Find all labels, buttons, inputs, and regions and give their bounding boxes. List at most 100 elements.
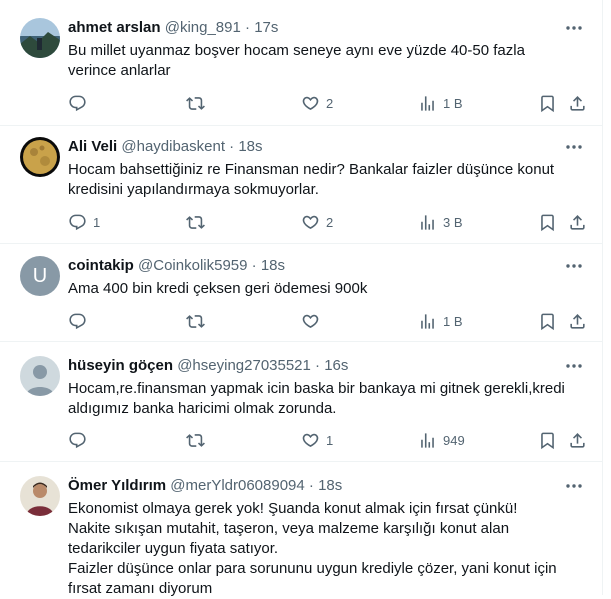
share-button[interactable] (568, 91, 587, 115)
repost-button[interactable] (186, 91, 211, 115)
bookmark-icon (541, 313, 554, 330)
tweet-text-line: Nakite sıkışan mutahit, taşeron, veya ma… (68, 520, 510, 557)
like-button[interactable]: 2 (301, 91, 333, 115)
author-handle[interactable]: @merYldr06089094 (170, 477, 304, 494)
moon-photo-avatar-icon (20, 137, 60, 177)
timestamp[interactable]: 17s (254, 19, 278, 36)
view-count: 1 B (443, 313, 463, 329)
avatar[interactable]: U (20, 256, 60, 296)
reply-icon (69, 95, 86, 111)
reply-button[interactable] (68, 309, 93, 333)
like-count: 2 (326, 95, 334, 111)
reply-tweet[interactable]: U cointakip @Coinkolik5959 · 18s Ama 400… (0, 244, 602, 342)
share-button[interactable] (568, 309, 587, 333)
tweet-text: Hocam bahsettiğiniz re Finansman nedir? … (68, 160, 573, 200)
reply-button[interactable] (68, 428, 93, 452)
more-options-icon[interactable] (564, 476, 584, 496)
tweet-text: Bu millet uyanmaz boşver hocam seneye ay… (68, 41, 573, 81)
share-icon (570, 432, 585, 448)
reply-tweet[interactable]: hüseyin göçen @hseying27035521 · 16s Hoc… (0, 342, 602, 462)
timestamp[interactable]: 18s (238, 138, 262, 155)
tweet-header: hüseyin göçen @hseying27035521 · 16s (68, 356, 348, 376)
author-name[interactable]: hüseyin göçen (68, 357, 173, 374)
separator-dot: · (308, 477, 314, 494)
tweet-text-line: Hocam,re.finansman yapmak icin baska bir… (68, 380, 565, 417)
author-name[interactable]: Ali Veli (68, 138, 117, 155)
reply-button[interactable] (68, 91, 93, 115)
timestamp[interactable]: 16s (324, 357, 348, 374)
tweet-header: ahmet arslan @king_891 · 17s (68, 18, 278, 38)
action-bar: 1 B (62, 309, 592, 333)
reply-icon (69, 432, 86, 448)
views-button[interactable]: 949 (418, 428, 465, 452)
reply-tweet[interactable]: Ali Veli @haydibaskent · 18s Hocam bahse… (0, 126, 602, 244)
views-button[interactable]: 1 B (418, 309, 463, 333)
view-count: 3 B (443, 214, 463, 230)
repost-button[interactable] (186, 428, 211, 452)
reply-button[interactable]: 1 (68, 210, 100, 234)
author-name[interactable]: ahmet arslan (68, 19, 161, 36)
bookmark-button[interactable] (538, 309, 557, 333)
share-icon (570, 214, 585, 230)
bookmark-icon (541, 432, 554, 449)
separator-dot: · (251, 257, 257, 274)
author-handle[interactable]: @king_891 (165, 19, 241, 36)
avatar[interactable] (20, 356, 60, 396)
repost-icon (186, 433, 205, 447)
action-bar: 1 2 3 B (62, 210, 592, 234)
like-count: 2 (326, 214, 334, 230)
author-handle[interactable]: @hseying27035521 (177, 357, 311, 374)
bookmark-button[interactable] (538, 91, 557, 115)
bookmark-button[interactable] (538, 210, 557, 234)
like-button[interactable]: 2 (301, 210, 333, 234)
analytics-icon (421, 95, 434, 111)
share-icon (570, 95, 585, 111)
separator-dot: · (245, 19, 251, 36)
views-button[interactable]: 3 B (418, 210, 463, 234)
default-person-avatar-icon (20, 356, 60, 396)
separator-dot: · (229, 138, 235, 155)
like-button[interactable]: 1 (301, 428, 333, 452)
timestamp[interactable]: 18s (261, 257, 285, 274)
person-photo-avatar-icon (20, 476, 60, 516)
avatar[interactable] (20, 18, 60, 58)
reply-tweet[interactable]: ahmet arslan @king_891 · 17s Bu millet u… (0, 0, 602, 126)
author-name[interactable]: cointakip (68, 257, 134, 274)
analytics-icon (421, 214, 434, 230)
timestamp[interactable]: 18s (318, 477, 342, 494)
author-handle[interactable]: @Coinkolik5959 (138, 257, 247, 274)
repost-button[interactable] (186, 309, 211, 333)
action-bar: 1 949 (62, 428, 592, 452)
tweet-text-line: Ekonomist olmaya gerek yok! Şuanda konut… (68, 500, 518, 517)
reply-count: 1 (93, 214, 101, 230)
avatar[interactable] (20, 476, 60, 516)
avatar[interactable] (20, 137, 60, 177)
like-button[interactable] (301, 309, 326, 333)
author-name[interactable]: Ömer Yıldırım (68, 477, 166, 494)
more-options-icon[interactable] (564, 256, 584, 276)
heart-icon (302, 314, 319, 328)
more-options-icon[interactable] (564, 356, 584, 376)
heart-icon (302, 433, 319, 447)
analytics-icon (421, 432, 434, 448)
bookmark-icon (541, 95, 554, 112)
share-button[interactable] (568, 210, 587, 234)
tweet-text: Ekonomist olmaya gerek yok! Şuanda konut… (68, 499, 573, 599)
more-options-icon[interactable] (564, 137, 584, 157)
repost-button[interactable] (186, 210, 211, 234)
more-options-icon[interactable] (564, 18, 584, 38)
share-icon (570, 313, 585, 329)
tweet-header: cointakip @Coinkolik5959 · 18s (68, 256, 285, 276)
tweet-header: Ömer Yıldırım @merYldr06089094 · 18s (68, 476, 342, 496)
avatar-letter: U (32, 264, 48, 287)
views-button[interactable]: 1 B (418, 91, 463, 115)
tweet-text: Ama 400 bin kredi çeksen geri ödemesi 90… (68, 279, 573, 299)
tweet-text-line: Faizler düşünce onlar para sorununu uygu… (68, 560, 557, 597)
bookmark-button[interactable] (538, 428, 557, 452)
heart-icon (302, 96, 319, 110)
like-count: 1 (326, 432, 334, 448)
repost-icon (186, 215, 205, 229)
reply-tweet[interactable]: Ömer Yıldırım @merYldr06089094 · 18s Eko… (0, 462, 602, 597)
author-handle[interactable]: @haydibaskent (121, 138, 225, 155)
share-button[interactable] (568, 428, 587, 452)
